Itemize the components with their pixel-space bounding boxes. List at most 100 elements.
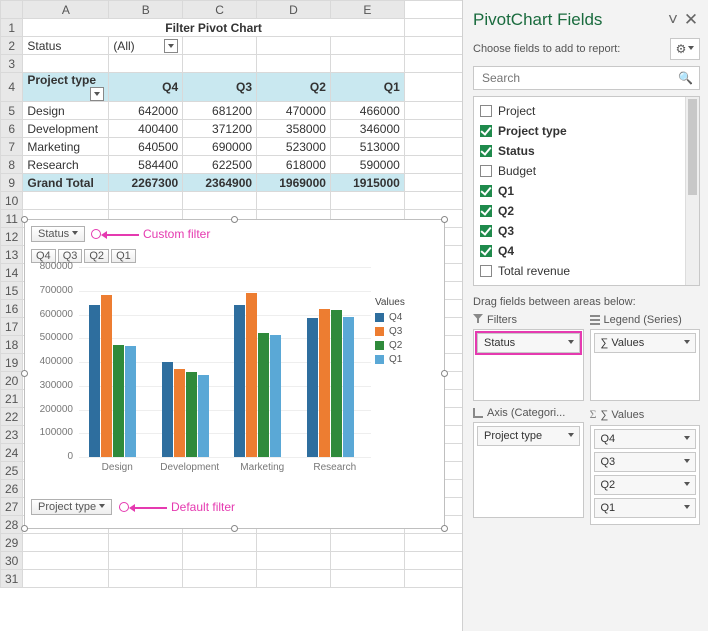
area-field-pill[interactable]: Q1 [594, 498, 697, 518]
chart-bar [307, 318, 318, 457]
table-row-label: Marketing [23, 138, 109, 156]
area-field-pill[interactable]: Status [477, 333, 580, 353]
chart-bar [343, 317, 354, 457]
checkbox[interactable] [480, 145, 492, 157]
pivot-title: Filter Pivot Chart [23, 19, 404, 37]
chart-bar [113, 345, 124, 457]
field-list[interactable]: ProjectProject typeStatusBudgetQ1Q2Q3Q4T… [473, 96, 700, 286]
chart-bar [186, 372, 197, 457]
table-cell: 642000 [109, 102, 183, 120]
x-category-label: Marketing [226, 462, 299, 473]
checkbox[interactable] [480, 205, 492, 217]
checkbox[interactable] [480, 265, 492, 277]
col-header[interactable]: A [23, 1, 109, 19]
gear-button[interactable]: ⚙ [670, 38, 700, 60]
legend-area[interactable]: ∑ Values [590, 329, 701, 401]
area-field-pill[interactable]: Q2 [594, 475, 697, 495]
status-filter-label: Status [23, 37, 109, 55]
callout-arrow [131, 507, 167, 509]
field-list-item[interactable]: Q4 [476, 241, 697, 261]
x-category-label: Design [81, 462, 154, 473]
legend-title: Values [375, 297, 431, 308]
col-header[interactable]: C [183, 1, 257, 19]
callout-arrow [103, 234, 139, 236]
chart-bar [246, 293, 257, 457]
pivot-header[interactable]: Project type [23, 73, 109, 102]
table-cell: 358000 [257, 120, 331, 138]
field-list-item[interactable]: Status [476, 141, 697, 161]
checkbox[interactable] [480, 105, 492, 117]
field-list-item[interactable]: Q3 [476, 221, 697, 241]
scrollbar[interactable] [685, 97, 699, 285]
legend-item: Q3 [375, 326, 431, 337]
checkbox[interactable] [480, 165, 492, 177]
legend-item: Q4 [375, 312, 431, 323]
chart-bar [258, 333, 269, 457]
table-row-label: Development [23, 120, 109, 138]
table-cell: 622500 [183, 156, 257, 174]
callout-text: Custom filter [143, 227, 210, 241]
table-cell: 590000 [330, 156, 404, 174]
checkbox[interactable] [480, 185, 492, 197]
field-search[interactable]: 🔍 [473, 66, 700, 90]
pivot-chart[interactable]: Status Custom filter Q4Q3Q2Q1 0100000200… [24, 219, 445, 529]
field-list-item[interactable]: Project type [476, 121, 697, 141]
chart-bar [234, 305, 245, 457]
table-cell: 640500 [109, 138, 183, 156]
x-category-label: Research [299, 462, 372, 473]
filters-area[interactable]: Status [473, 329, 584, 401]
pivot-header: Q4 [109, 73, 183, 102]
close-icon[interactable]: ✕ [682, 10, 700, 30]
legend-item: Q1 [375, 354, 431, 365]
field-list-item[interactable]: Q1 [476, 181, 697, 201]
table-cell: 346000 [330, 120, 404, 138]
table-cell: 618000 [257, 156, 331, 174]
pivotchart-fields-pane: PivotChart Fields ˅ ✕ Choose fields to a… [462, 0, 708, 631]
table-cell: 681200 [183, 102, 257, 120]
checkbox[interactable] [480, 245, 492, 257]
field-list-item[interactable]: Project [476, 101, 697, 121]
table-cell: 523000 [257, 138, 331, 156]
col-header[interactable]: B [109, 1, 183, 19]
chevron-down-icon[interactable]: ˅ [664, 10, 682, 30]
chart-bar [162, 362, 173, 457]
filter-icon [473, 314, 483, 326]
chart-bar [101, 295, 112, 457]
pivot-header: Q1 [330, 73, 404, 102]
table-cell: 584400 [109, 156, 183, 174]
pane-title: PivotChart Fields [473, 10, 602, 30]
area-field-pill[interactable]: Q3 [594, 452, 697, 472]
chart-series-button[interactable]: Q1 [111, 249, 136, 263]
sigma-icon: Σ [590, 407, 597, 422]
status-filter-value[interactable]: (All) [109, 37, 183, 55]
axis-icon [473, 408, 483, 418]
field-list-item[interactable]: Q2 [476, 201, 697, 221]
field-list-item[interactable]: Total revenue [476, 261, 697, 281]
chart-bar [198, 375, 209, 457]
col-header[interactable]: E [330, 1, 404, 19]
checkbox[interactable] [480, 125, 492, 137]
area-field-pill[interactable]: Q4 [594, 429, 697, 449]
table-cell: 513000 [330, 138, 404, 156]
search-input[interactable] [480, 70, 678, 86]
chart-bar [174, 369, 185, 457]
search-icon: 🔍 [678, 71, 693, 85]
table-cell: 690000 [183, 138, 257, 156]
chart-bar [89, 305, 100, 457]
col-header[interactable]: D [257, 1, 331, 19]
pane-subtitle: Choose fields to add to report: [473, 43, 620, 55]
checkbox[interactable] [480, 225, 492, 237]
values-area[interactable]: Q4 Q3 Q2 Q1 [590, 425, 701, 525]
table-cell: 400400 [109, 120, 183, 138]
area-field-pill[interactable]: Project type [477, 426, 580, 446]
dropdown-icon[interactable] [90, 87, 104, 101]
area-field-pill[interactable]: ∑ Values [594, 333, 697, 353]
pivot-header: Q2 [257, 73, 331, 102]
field-list-item[interactable]: Budget [476, 161, 697, 181]
dropdown-icon[interactable] [164, 39, 178, 53]
axis-area[interactable]: Project type [473, 422, 584, 518]
chart-status-filter-button[interactable]: Status [31, 226, 85, 242]
chart-series-button[interactable]: Q2 [84, 249, 109, 263]
chart-projecttype-filter-button[interactable]: Project type [31, 499, 112, 515]
table-row-label: Design [23, 102, 109, 120]
